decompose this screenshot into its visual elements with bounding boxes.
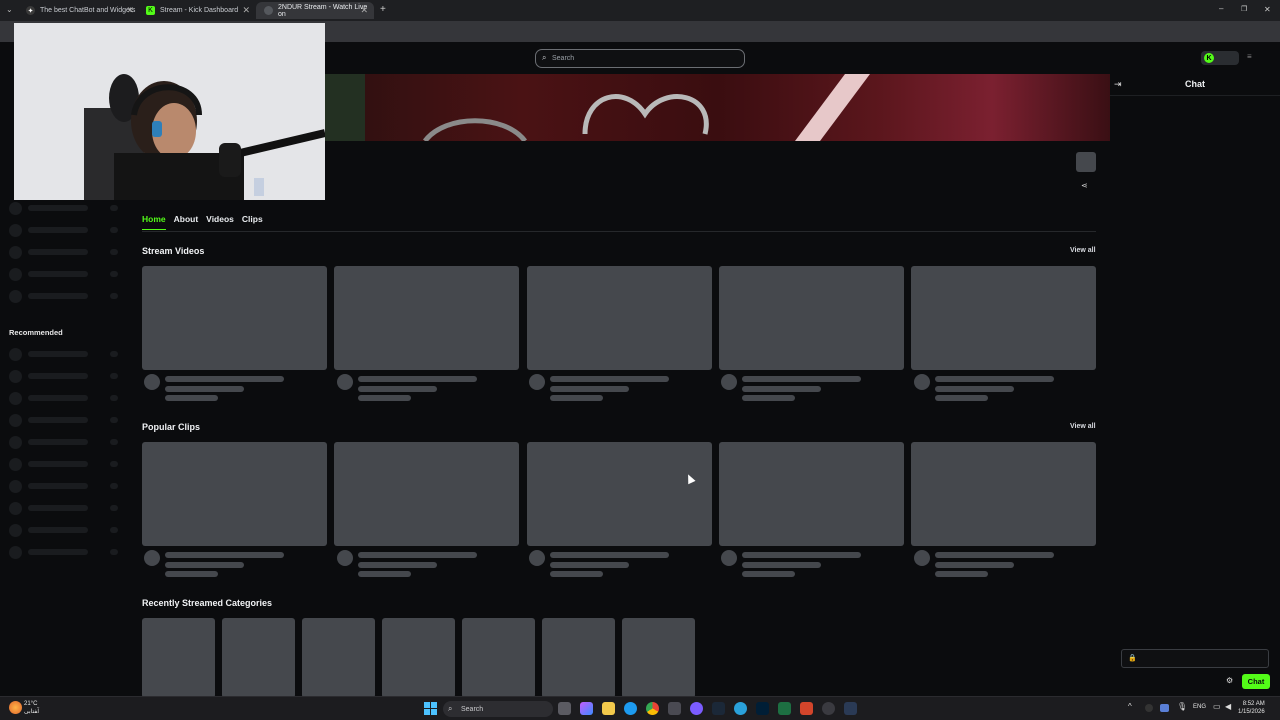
banner-artwork	[325, 74, 870, 141]
store-icon[interactable]	[668, 702, 681, 715]
search-icon: ⌕	[542, 53, 547, 62]
clip-thumbnail-skeleton[interactable]	[334, 442, 519, 546]
new-tab-button[interactable]: +	[380, 4, 386, 15]
clip-thumbnail-skeleton[interactable]	[527, 442, 712, 546]
clock-time: 8:52 AM	[1242, 701, 1265, 707]
category-card-skeleton[interactable]	[542, 618, 615, 698]
tab-favicon-icon: ✦	[26, 6, 35, 15]
excel-icon[interactable]	[778, 702, 791, 715]
task-view-icon[interactable]	[558, 702, 571, 715]
recommended-heading: Recommended	[9, 328, 63, 337]
popular-clips-view-all-link[interactable]: View all	[1070, 423, 1096, 430]
chat-settings-gear-icon[interactable]: ⚙	[1226, 676, 1233, 685]
menu-icon[interactable]: ≡	[1247, 52, 1252, 61]
file-explorer-icon[interactable]	[602, 702, 615, 715]
video-thumbnail-skeleton[interactable]	[527, 266, 712, 370]
windows-taskbar: 21°C ﺁﻔﺘﺎﺑﯽ ⌕ Search ^ 🎙 ENG ▭ ◀ 8:52 AM…	[0, 696, 1280, 720]
tabs-divider	[142, 231, 1096, 232]
channel-banner-image	[325, 74, 1110, 141]
maximize-button[interactable]: ❐	[1241, 5, 1247, 13]
clock-date: 1/15/2026	[1238, 709, 1265, 715]
kick-logo-icon: K	[1204, 53, 1214, 63]
browser-tab-chatbot[interactable]: ✦ The best ChatBot and Widgets ✕	[18, 2, 140, 19]
clip-thumbnail-skeleton[interactable]	[911, 442, 1096, 546]
taskbar-search-box[interactable]: ⌕ Search	[443, 701, 553, 717]
network-icon[interactable]: ▭	[1213, 702, 1221, 711]
tab-home[interactable]: Home	[142, 214, 166, 230]
close-button[interactable]: ✕	[1264, 5, 1271, 14]
tray-chevron-icon[interactable]: ^	[1128, 702, 1132, 711]
stream-videos-view-all-link[interactable]: View all	[1070, 247, 1096, 254]
video-thumbnail-skeleton[interactable]	[142, 266, 327, 370]
photoshop-icon[interactable]	[756, 702, 769, 715]
browser-tab-bar: ⌄ ✦ The best ChatBot and Widgets ✕ K Str…	[0, 0, 1280, 21]
app-icon[interactable]	[822, 702, 835, 715]
tab-clips[interactable]: Clips	[242, 214, 263, 230]
lock-icon: 🔒	[1128, 655, 1137, 662]
tab-search-icon[interactable]: ⌄	[6, 5, 13, 14]
tab-close-icon[interactable]: ✕	[126, 5, 134, 16]
category-card-skeleton[interactable]	[302, 618, 375, 698]
volume-icon[interactable]: ◀	[1225, 702, 1231, 711]
steam-icon[interactable]	[712, 702, 725, 715]
stream-videos-heading: Stream Videos	[142, 246, 205, 256]
language-indicator[interactable]: ENG	[1193, 704, 1206, 710]
user-menu-button[interactable]: K	[1201, 51, 1239, 65]
microphone-icon[interactable]: 🎙	[1177, 702, 1187, 711]
steam-app-icon[interactable]	[844, 702, 857, 715]
video-thumbnail-skeleton[interactable]	[719, 266, 904, 370]
tab-videos[interactable]: Videos	[206, 214, 234, 230]
weather-temp: 21°C	[24, 701, 38, 707]
copilot-icon[interactable]	[580, 702, 593, 715]
category-card-skeleton[interactable]	[222, 618, 295, 698]
webcam-overlay	[14, 23, 325, 200]
tray-app-icon[interactable]	[1160, 704, 1169, 712]
weather-description: ﺁﻔﺘﺎﺑﯽ	[24, 709, 40, 715]
video-thumbnail-skeleton[interactable]	[334, 266, 519, 370]
tab-close-icon[interactable]: ✕	[242, 5, 250, 16]
tab-close-icon[interactable]: ✕	[360, 5, 368, 16]
browser-tab-stream[interactable]: 2NDUR Stream - Watch Live on ✕	[256, 2, 374, 19]
channel-tabs: Home About Videos Clips	[142, 214, 263, 230]
edge-browser-icon[interactable]	[624, 702, 637, 715]
tray-app-icon[interactable]	[1145, 704, 1153, 712]
tab-about[interactable]: About	[174, 214, 199, 230]
taskbar-search-label: Search	[461, 705, 484, 713]
popular-clips-heading: Popular Clips	[142, 422, 201, 432]
channel-action-skeleton[interactable]	[1076, 152, 1096, 172]
search-icon: ⌕	[448, 704, 453, 713]
discord-icon[interactable]	[690, 702, 703, 715]
category-card-skeleton[interactable]	[462, 618, 535, 698]
system-clock[interactable]: 8:52 AM 1/15/2026	[1238, 700, 1265, 716]
obs-app-icon[interactable]	[800, 702, 813, 715]
tab-title: The best ChatBot and Widgets	[40, 7, 136, 14]
chat-send-button[interactable]: Chat	[1242, 674, 1270, 689]
category-card-skeleton[interactable]	[622, 618, 695, 698]
chat-title: Chat	[1185, 79, 1205, 89]
clip-thumbnail-skeleton[interactable]	[719, 442, 904, 546]
category-card-skeleton[interactable]	[382, 618, 455, 698]
webcam-streamer-image	[14, 23, 325, 200]
weather-icon[interactable]	[9, 701, 22, 714]
browser-tab-kick-dashboard[interactable]: K Stream - Kick Dashboard ✕	[138, 2, 256, 19]
chrome-icon[interactable]	[646, 702, 659, 715]
telegram-icon[interactable]	[734, 702, 747, 715]
weather-widget[interactable]: 21°C ﺁﻔﺘﺎﺑﯽ	[24, 700, 39, 716]
search-input[interactable]: ⌕ Search	[535, 49, 745, 68]
collapse-chat-icon[interactable]: ⇥	[1114, 79, 1122, 90]
kick-favicon-icon: K	[146, 6, 155, 15]
category-card-skeleton[interactable]	[142, 618, 215, 698]
tab-favicon-icon	[264, 6, 273, 15]
tab-title: Stream - Kick Dashboard	[160, 7, 239, 14]
video-thumbnail-skeleton[interactable]	[911, 266, 1096, 370]
recent-categories-heading: Recently Streamed Categories	[142, 598, 273, 608]
windows-start-icon[interactable]	[424, 702, 437, 715]
share-icon[interactable]: ⋖	[1081, 181, 1088, 190]
clip-thumbnail-skeleton[interactable]	[142, 442, 327, 546]
minimize-button[interactable]: –	[1219, 4, 1223, 13]
chat-message-input[interactable]: 🔒	[1121, 649, 1269, 668]
search-placeholder: Search	[552, 55, 575, 62]
